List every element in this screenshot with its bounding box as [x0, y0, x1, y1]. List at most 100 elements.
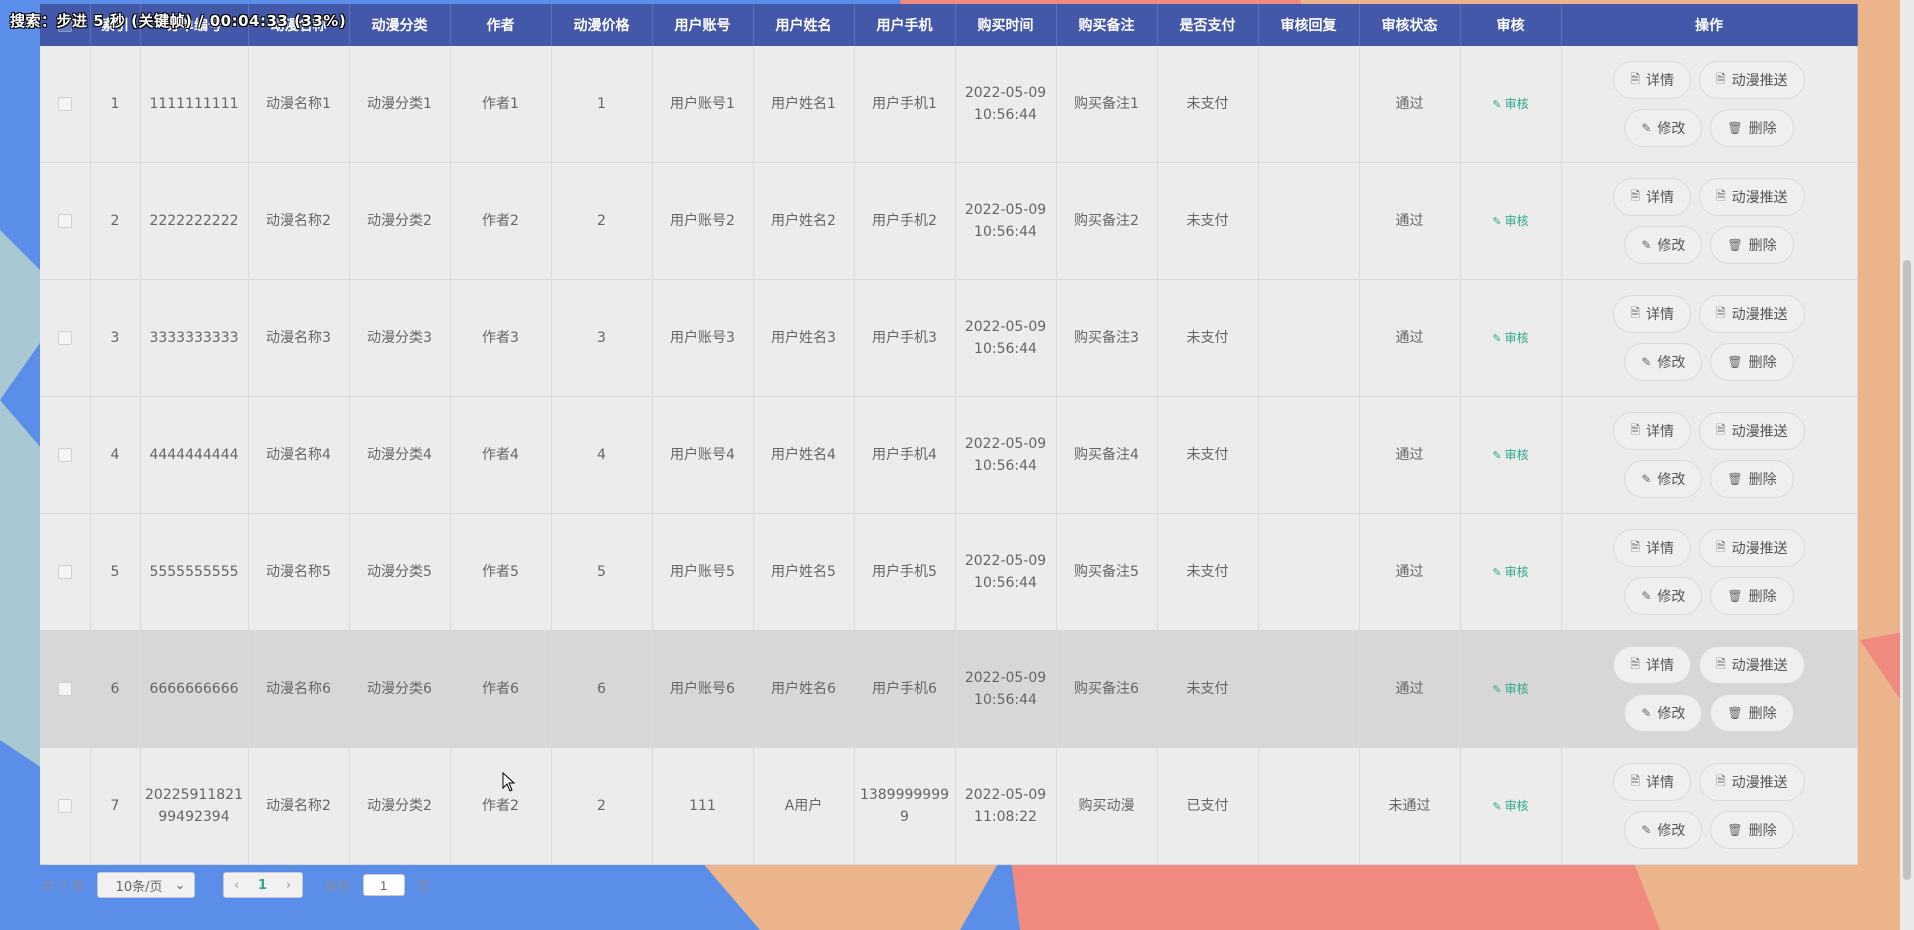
row-checkbox[interactable] [57, 97, 72, 111]
page-number-current[interactable]: 1 [250, 878, 276, 893]
audit-cell: ✎ 审核 [1460, 46, 1562, 163]
page-size-select[interactable]: 10条/页 ⌄ [96, 872, 195, 898]
table-cell: 用户姓名3 [753, 279, 855, 397]
cursor-icon [502, 771, 516, 796]
row-checkbox[interactable] [57, 682, 72, 696]
table-cell: 动漫分类4 [349, 396, 451, 514]
detail-button-label: 详情 [1646, 658, 1674, 674]
detail-button[interactable]: 🗎 详情 [1613, 412, 1691, 450]
audit-link-label: 审核 [1504, 564, 1529, 579]
audit-link[interactable]: ✎ 审核 [1492, 799, 1528, 813]
audit-link[interactable]: ✎ 审核 [1492, 97, 1528, 111]
edit-icon: ✎ [1641, 238, 1652, 252]
delete-button-label: 删除 [1748, 238, 1777, 254]
edit-icon: ✎ [1492, 331, 1502, 345]
table-cell: 已支付 [1157, 747, 1259, 865]
push-button[interactable]: 🗎 动漫推送 [1699, 61, 1805, 99]
table-cell: 动漫名称3 [248, 279, 350, 397]
edit-icon: ✎ [1492, 682, 1502, 696]
table-cell: 6666666666 [140, 630, 249, 748]
scrollbar-thumb[interactable] [1903, 260, 1911, 880]
push-button[interactable]: 🗎 动漫推送 [1699, 412, 1805, 450]
push-button[interactable]: 🗎 动漫推送 [1699, 295, 1805, 333]
table-cell: 未支付 [1157, 396, 1259, 514]
detail-button[interactable]: 🗎 详情 [1613, 529, 1691, 567]
edit-button[interactable]: ✎ 修改 [1624, 226, 1703, 264]
detail-button[interactable]: 🗎 详情 [1613, 295, 1691, 333]
edit-button[interactable]: ✎ 修改 [1624, 343, 1703, 381]
row-checkbox[interactable] [57, 214, 72, 228]
detail-button[interactable]: 🗎 详情 [1613, 178, 1691, 216]
detail-button[interactable]: 🗎 详情 [1613, 763, 1691, 801]
table-row[interactable]: 6 6666666666 动漫名称6 动漫分类6 作者6 6 用户账号6 用户姓名6 用户手机6… [40, 630, 1858, 748]
table-cell: 2222222222 [140, 162, 249, 280]
column-header: 购买时间 [955, 4, 1057, 46]
column-header: 用户手机 [854, 4, 956, 46]
push-button[interactable]: 🗎 动漫推送 [1699, 178, 1805, 216]
edit-button[interactable]: ✎ 修改 [1624, 460, 1703, 498]
table-row[interactable]: 2 2222222222 动漫名称2 动漫分类2 作者2 2 用户账号2 用户姓名2 用户手机2… [40, 162, 1858, 280]
column-header: 用户姓名 [753, 4, 855, 46]
detail-button[interactable]: 🗎 详情 [1613, 646, 1691, 684]
row-checkbox[interactable] [57, 565, 72, 579]
table-row[interactable]: 7 2022591182199492394 动漫名称2 动漫分类2 作者2 2 111 A用户… [40, 747, 1858, 865]
row-checkbox[interactable] [57, 799, 72, 813]
audit-cell: ✎ 审核 [1460, 630, 1562, 748]
delete-button[interactable]: 🗑 删除 [1710, 226, 1794, 264]
push-button[interactable]: 🗎 动漫推送 [1699, 529, 1805, 567]
table-cell: 用户账号5 [652, 513, 754, 631]
table-cell: 未支付 [1157, 162, 1259, 280]
audit-link[interactable]: ✎ 审核 [1492, 682, 1528, 696]
delete-button[interactable]: 🗑 删除 [1710, 343, 1794, 381]
delete-button[interactable]: 🗑 删除 [1710, 577, 1794, 615]
actions-cell: 🗎 详情 🗎 动漫推送 ✎ 修改 🗑 删除 [1561, 46, 1858, 163]
edit-icon: ✎ [1492, 448, 1502, 462]
push-button-label: 动漫推送 [1731, 424, 1788, 440]
edit-button[interactable]: ✎ 修改 [1624, 109, 1703, 147]
audit-link[interactable]: ✎ 审核 [1492, 565, 1528, 579]
table-cell: 动漫分类3 [349, 279, 451, 397]
delete-button[interactable]: 🗑 删除 [1710, 811, 1794, 849]
table-cell: 通过 [1359, 396, 1461, 514]
audit-link[interactable]: ✎ 审核 [1492, 214, 1528, 228]
goto-suffix: 页 [416, 879, 430, 895]
audit-link[interactable]: ✎ 审核 [1492, 331, 1528, 345]
push-button[interactable]: 🗎 动漫推送 [1699, 646, 1805, 684]
edit-button[interactable]: ✎ 修改 [1624, 577, 1703, 615]
table-cell: 作者3 [450, 279, 552, 397]
row-checkbox[interactable] [57, 448, 72, 462]
order-table: 索引 订单编号 动漫名称 动漫分类 作者 动漫价格 用户账号 用户姓名 用户手机 购买时间 购买备注… [40, 4, 1858, 865]
table-cell: 用户手机5 [854, 513, 956, 631]
table-row[interactable]: 4 4444444444 动漫名称4 动漫分类4 作者4 4 用户账号4 用户姓名4 用户手机4… [40, 396, 1858, 514]
delete-button-label: 删除 [1748, 355, 1777, 371]
delete-button[interactable]: 🗑 删除 [1710, 109, 1794, 147]
delete-button-label: 删除 [1748, 472, 1777, 488]
row-select-cell [40, 162, 91, 280]
goto-page-input[interactable] [362, 874, 405, 896]
column-header: 操作 [1561, 4, 1858, 46]
edit-button-label: 修改 [1657, 472, 1686, 488]
page-scrollbar[interactable] [1900, 0, 1914, 930]
table-cell: 用户账号2 [652, 162, 754, 280]
table-row[interactable]: 5 5555555555 动漫名称5 动漫分类5 作者5 5 用户账号5 用户姓名5 用户手机5… [40, 513, 1858, 631]
edit-button[interactable]: ✎ 修改 [1624, 694, 1703, 732]
table-row[interactable]: 1 1111111111 动漫名称1 动漫分类1 作者1 1 用户账号1 用户姓名1 用户手机1… [40, 46, 1858, 163]
push-button[interactable]: 🗎 动漫推送 [1699, 763, 1805, 801]
delete-button-label: 删除 [1748, 823, 1777, 839]
delete-button[interactable]: 🗑 删除 [1710, 460, 1794, 498]
delete-button[interactable]: 🗑 删除 [1710, 694, 1794, 732]
push-button-label: 动漫推送 [1731, 307, 1788, 323]
table-row[interactable]: 3 3333333333 动漫名称3 动漫分类3 作者3 3 用户账号3 用户姓名3 用户手机3… [40, 279, 1858, 397]
detail-button[interactable]: 🗎 详情 [1613, 61, 1691, 99]
table-cell [1258, 162, 1360, 280]
audit-link[interactable]: ✎ 审核 [1492, 448, 1528, 462]
edit-button[interactable]: ✎ 修改 [1624, 811, 1703, 849]
chevron-left-icon[interactable]: ‹ [224, 878, 250, 893]
row-checkbox[interactable] [57, 331, 72, 345]
column-header: 审核回复 [1258, 4, 1360, 46]
row-select-cell [40, 46, 91, 163]
table-cell: 未支付 [1157, 513, 1259, 631]
document-icon: 🗎 [1716, 422, 1726, 437]
push-button-label: 动漫推送 [1731, 541, 1788, 557]
chevron-right-icon[interactable]: › [276, 878, 302, 893]
